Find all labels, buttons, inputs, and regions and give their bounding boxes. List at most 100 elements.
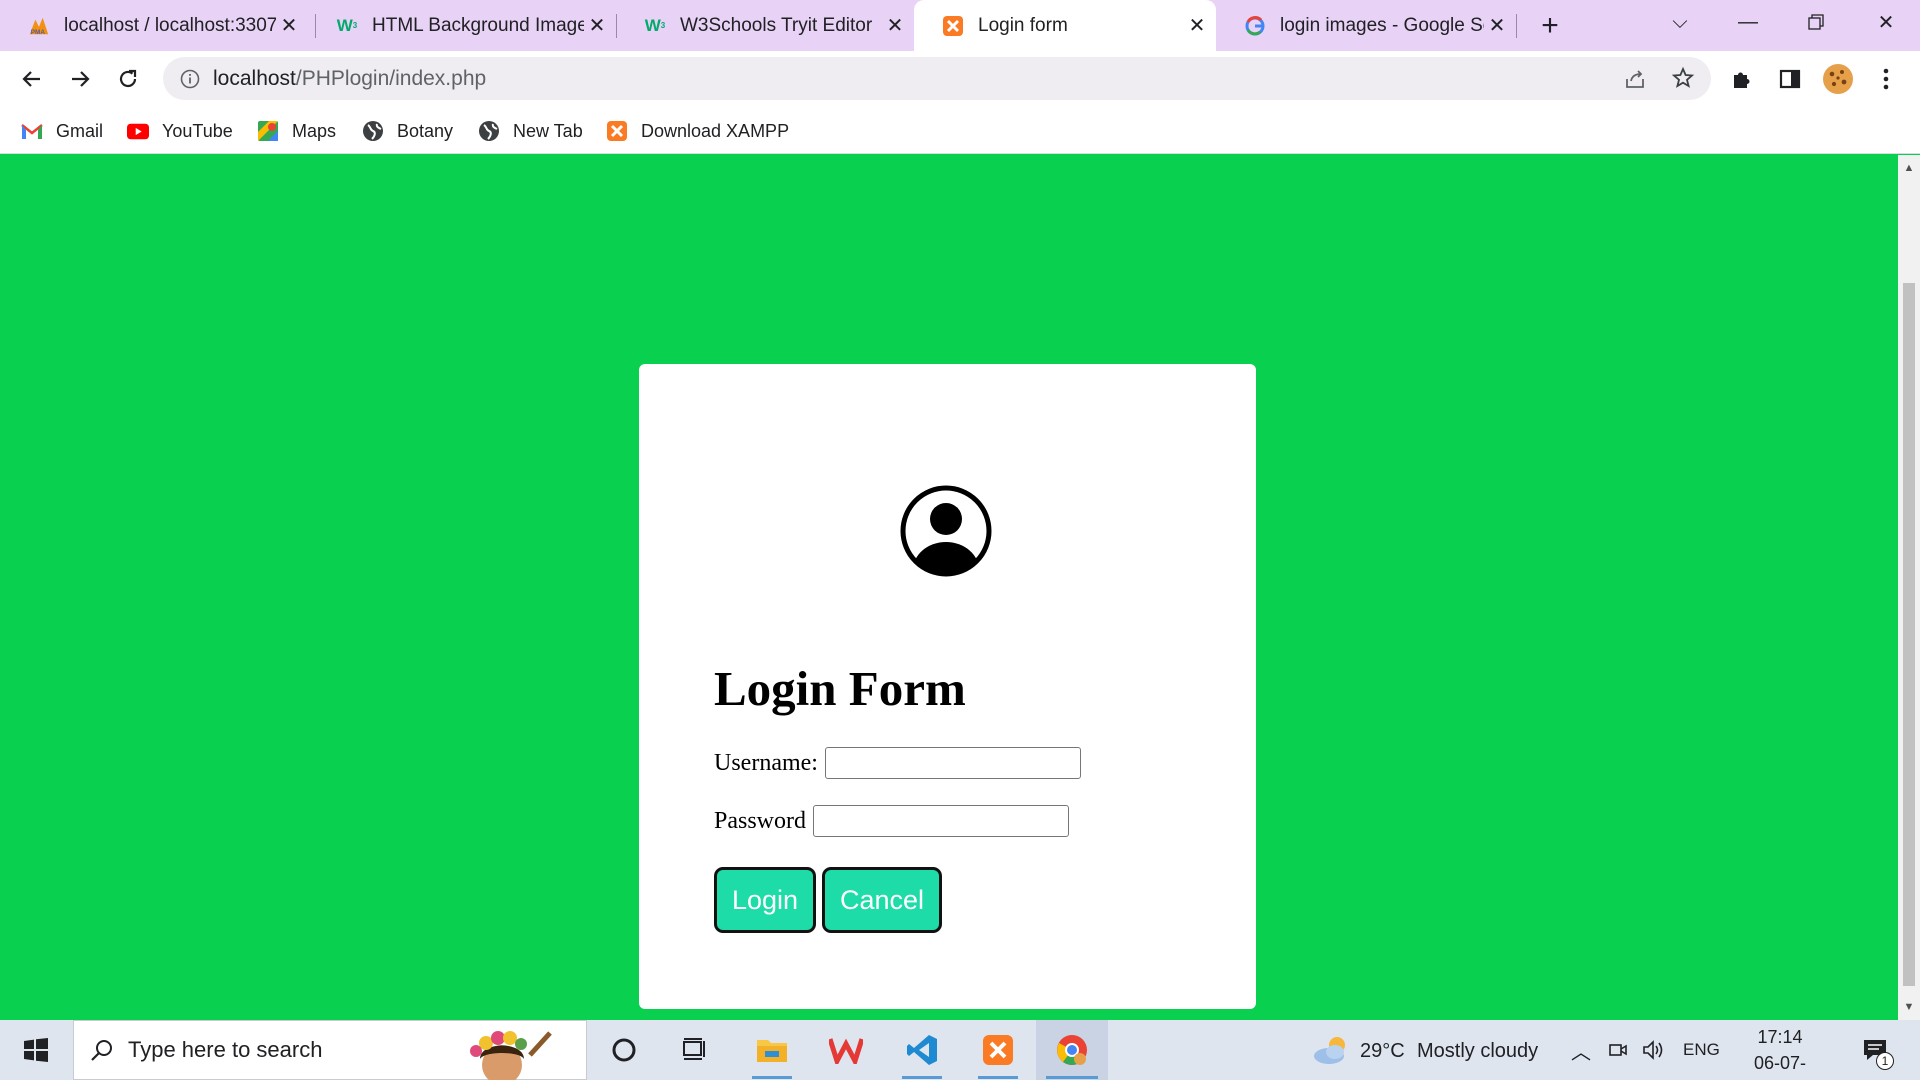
bookmark-label: Botany (397, 120, 454, 141)
puzzle-icon (1734, 72, 1750, 88)
taskbar-file-explorer[interactable] (742, 1020, 802, 1080)
username-input[interactable] (824, 747, 1081, 779)
password-input[interactable] (813, 805, 1070, 837)
arrow-left-icon (22, 71, 40, 87)
tab-search-button[interactable]: ⌵ (1650, 0, 1710, 44)
taskbar-search-box[interactable]: Type here to search (73, 1020, 587, 1080)
active-indicator (752, 1076, 792, 1079)
taskbar-wps-office[interactable] (816, 1020, 876, 1080)
browser-toolbar: localhost/PHPlogin/index.php (0, 51, 1920, 107)
bookmark-botany[interactable]: Botany (362, 117, 453, 145)
minimize-button[interactable]: — (1718, 0, 1778, 44)
meet-now-icon[interactable] (1604, 1020, 1632, 1080)
cortana-circle-icon (612, 1038, 636, 1062)
chrome-icon (1057, 1035, 1087, 1065)
clock-time: 17:14 (1757, 1027, 1803, 1047)
windows-taskbar: Type here to search 29°C Mostly cloudy ︿ (0, 1020, 1920, 1080)
close-icon[interactable]: ✕ (882, 13, 908, 39)
bookmark-gmail[interactable]: Gmail (21, 117, 103, 145)
bookmark-download-xampp[interactable]: Download XAMPP (606, 117, 789, 145)
arrow-right-icon (72, 71, 90, 87)
taskbar-chrome[interactable] (1036, 1020, 1108, 1080)
scroll-up-icon[interactable]: ▲ (1902, 161, 1916, 175)
tab-google-search[interactable]: login images - Google Search ✕ (1216, 0, 1516, 51)
side-panel-button[interactable] (1770, 59, 1810, 99)
share-icon[interactable] (1623, 67, 1647, 96)
login-card: Login Form Username: Password Login Canc… (639, 364, 1256, 1009)
svg-text:PMA: PMA (31, 29, 46, 36)
phpmyadmin-icon: PMA (28, 15, 50, 37)
close-icon[interactable]: ✕ (1484, 13, 1510, 39)
tab-title: localhost / localhost:3307 (64, 14, 276, 36)
site-info-icon[interactable] (179, 68, 201, 90)
reload-button[interactable] (108, 59, 148, 99)
url-path: /PHPlogin/index.php (295, 66, 487, 90)
start-button[interactable] (0, 1020, 72, 1080)
gmail-icon (21, 120, 43, 142)
taskbar-vscode[interactable] (892, 1020, 952, 1080)
bookmark-maps[interactable]: Maps (257, 117, 336, 145)
extensions-button[interactable] (1722, 59, 1762, 99)
tab-w3schools-tryit[interactable]: W3 W3Schools Tryit Editor ✕ (616, 0, 914, 51)
globe-icon (478, 120, 500, 142)
notifications-button[interactable]: 1 (1852, 1020, 1898, 1080)
task-view-button[interactable] (666, 1020, 726, 1080)
scroll-down-icon[interactable]: ▼ (1902, 1000, 1916, 1014)
page-viewport: Login Form Username: Password Login Canc… (0, 155, 1898, 1020)
bookmark-new-tab[interactable]: New Tab (478, 117, 583, 145)
form-title: Login Form (714, 661, 966, 716)
xampp-icon (606, 120, 628, 142)
restore-icon (1808, 14, 1824, 30)
new-tab-button[interactable]: + (1520, 4, 1580, 48)
cortana-button[interactable] (594, 1020, 654, 1080)
volume-icon[interactable] (1638, 1020, 1668, 1080)
tab-login-form[interactable]: Login form ✕ (914, 0, 1216, 51)
address-bar[interactable]: localhost/PHPlogin/index.php (163, 57, 1711, 100)
close-icon[interactable]: ✕ (276, 13, 302, 39)
close-icon[interactable]: ✕ (1184, 13, 1210, 39)
side-panel-icon (1779, 69, 1801, 89)
login-button[interactable]: Login (714, 867, 816, 933)
reload-icon (119, 69, 137, 88)
forward-button[interactable] (60, 59, 100, 99)
youtube-icon (127, 120, 149, 142)
w3schools-icon: W3 (336, 15, 358, 35)
weather-temp[interactable]: 29°C (1360, 1040, 1405, 1063)
weather-icon[interactable] (1308, 1020, 1354, 1080)
tab-strip: PMA localhost / localhost:3307 ✕ W3 HTML… (0, 0, 1920, 51)
clock[interactable]: 17:14 06-07-2023 (1736, 1024, 1824, 1080)
scrollbar-thumb[interactable] (1903, 283, 1915, 986)
bookmark-youtube[interactable]: YouTube (127, 117, 233, 145)
star-icon[interactable] (1671, 66, 1695, 95)
close-icon[interactable]: ✕ (584, 13, 610, 39)
vertical-scrollbar[interactable]: ▲ ▼ (1898, 155, 1920, 1020)
search-placeholder: Type here to search (128, 1037, 323, 1062)
cancel-button[interactable]: Cancel (822, 867, 942, 933)
globe-icon (362, 120, 384, 142)
bookmark-label: Download XAMPP (641, 120, 790, 141)
close-window-button[interactable]: ✕ (1856, 0, 1916, 44)
kebab-menu-icon (1883, 68, 1889, 90)
back-button[interactable] (12, 59, 52, 99)
active-indicator (978, 1076, 1018, 1079)
password-row: Password (714, 805, 1070, 837)
tab-html-background-images[interactable]: W3 HTML Background Images ✕ (308, 0, 616, 51)
show-hidden-icons-button[interactable]: ︿ (1566, 1020, 1596, 1080)
bookmarks-bar: Gmail YouTube Maps Botany New Tab Downlo… (0, 107, 1920, 154)
search-highlight-illustration (450, 1025, 556, 1080)
tab-phpmyadmin[interactable]: PMA localhost / localhost:3307 ✕ (0, 0, 308, 51)
username-row: Username: (714, 747, 1081, 779)
user-avatar-icon (900, 485, 992, 577)
active-indicator (902, 1076, 942, 1079)
avatar (1823, 64, 1853, 94)
language-indicator[interactable]: ENG (1683, 1040, 1720, 1060)
restore-button[interactable] (1786, 0, 1846, 44)
menu-button[interactable] (1866, 59, 1906, 99)
task-view-icon (683, 1038, 705, 1060)
url-host: localhost (213, 66, 296, 90)
minimize-icon: — (1738, 10, 1758, 33)
taskbar-xampp[interactable] (968, 1020, 1028, 1080)
profile-button[interactable] (1818, 59, 1858, 99)
weather-condition[interactable]: Mostly cloudy (1417, 1040, 1538, 1063)
chevron-down-icon: ⌵ (1672, 10, 1688, 33)
